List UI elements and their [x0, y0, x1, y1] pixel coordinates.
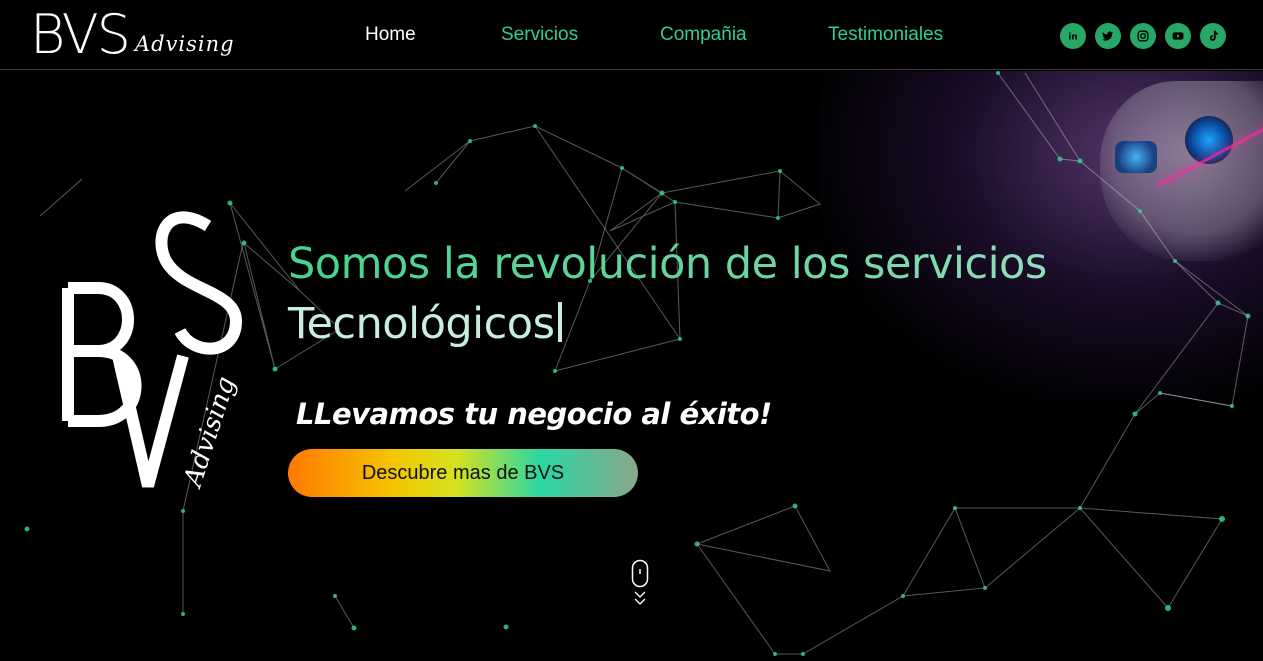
brand-logo[interactable]: BVS Advising	[30, 6, 235, 62]
typing-cursor	[558, 302, 563, 342]
hero-section: Advising Somos la revolución de los serv…	[0, 71, 1263, 661]
logo-script-text: Advising	[134, 32, 235, 56]
scroll-down-icon[interactable]	[631, 559, 649, 609]
headline-line-2: Tecnológicos	[288, 294, 1108, 354]
logo-text: BVS	[30, 3, 131, 66]
nav-servicios[interactable]: Servicios	[501, 24, 578, 46]
social-links: in	[1060, 23, 1226, 49]
big-bvs-logo: Advising	[62, 211, 243, 492]
twitter-icon[interactable]	[1095, 23, 1121, 49]
big-logo-script: Advising	[178, 373, 242, 492]
nav-compania[interactable]: Compañia	[660, 24, 747, 46]
tiktok-icon[interactable]	[1200, 23, 1226, 49]
hero-tagline: LLevamos tu negocio al éxito!	[296, 397, 772, 431]
svg-text:in: in	[1068, 33, 1077, 43]
site-header: BVS Advising Home Servicios Compañia Tes…	[0, 0, 1263, 70]
linkedin-icon[interactable]: in	[1060, 23, 1086, 49]
headline-word-tecnologicos: Tecnológicos	[288, 299, 555, 349]
hero-headline: Somos la revolución de los servicios Tec…	[288, 234, 1108, 354]
nav-testimoniales[interactable]: Testimoniales	[828, 24, 943, 46]
instagram-icon[interactable]	[1130, 23, 1156, 49]
discover-bvs-button[interactable]: Descubre mas de BVS	[288, 449, 638, 497]
nav-home[interactable]: Home	[365, 24, 416, 46]
youtube-icon[interactable]	[1165, 23, 1191, 49]
headline-line-1: Somos la revolución de los servicios	[288, 234, 1108, 294]
